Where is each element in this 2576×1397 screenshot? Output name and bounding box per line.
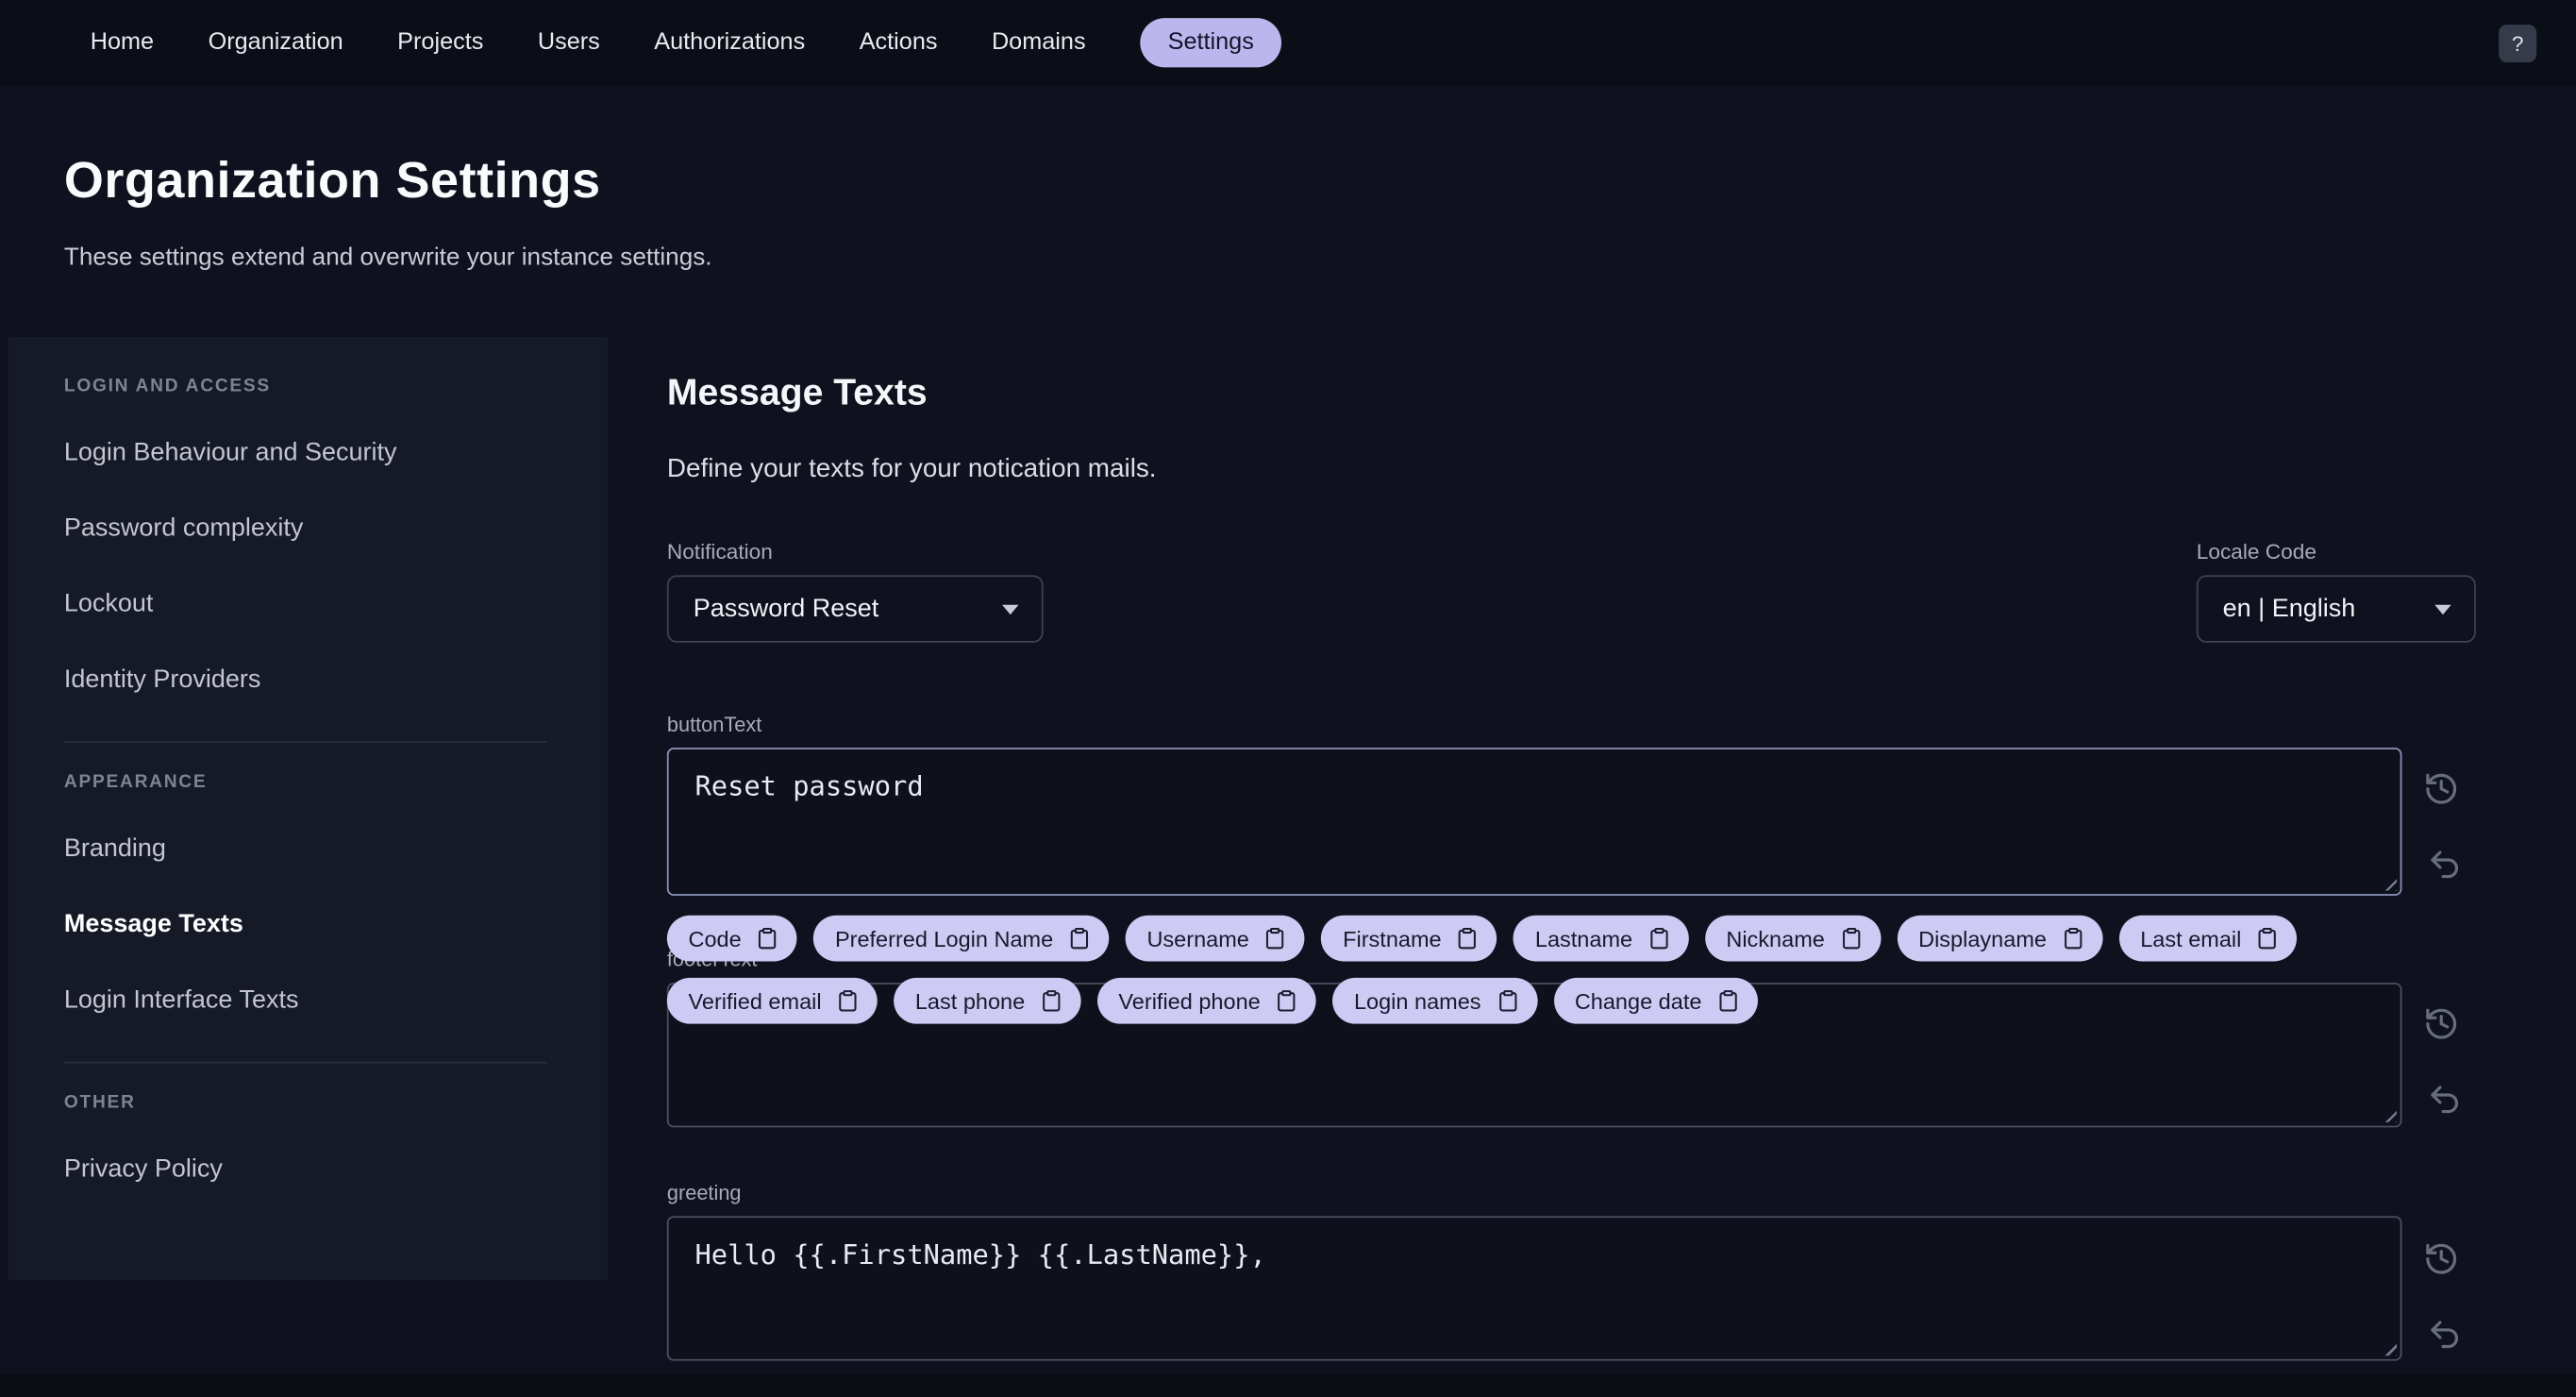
chip-label: Verified email [688, 988, 822, 1014]
nav-item-users[interactable]: Users [538, 29, 600, 56]
chip-label: Verified phone [1118, 988, 1261, 1014]
locale-label: Locale Code [2196, 539, 2317, 564]
sidebar-section-other: OTHER [63, 1092, 136, 1113]
section-description: Define your texts for your notication ma… [666, 455, 1157, 483]
clipboard-icon [1070, 927, 1089, 950]
notification-field: Notification Password Reset [666, 539, 1044, 643]
chip-label: Nickname [1726, 926, 1825, 951]
undo-icon[interactable] [2427, 847, 2463, 883]
greeting-textarea[interactable]: Hello {{.FirstName}} {{.LastName}}, [666, 1216, 2402, 1361]
chip-label: Displayname [1918, 926, 2047, 951]
chip-verified-email[interactable]: Verified email [666, 977, 878, 1024]
chip-nickname[interactable]: Nickname [1704, 915, 1882, 962]
locale-field: Locale Code en | English [2196, 539, 2476, 643]
sidebar-item-login-interface-texts[interactable]: Login Interface Texts [64, 963, 556, 1038]
nav-item-actions[interactable]: Actions [860, 29, 938, 56]
chip-displayname[interactable]: Displayname [1897, 915, 2103, 962]
chip-label: Preferred Login Name [834, 926, 1054, 951]
notification-select-value: Password Reset [693, 594, 879, 622]
clipboard-icon [1042, 990, 1061, 1012]
nav-item-domains[interactable]: Domains [992, 29, 1086, 56]
settings-sidebar: LOGIN AND ACCESS Login Behaviour and Sec… [8, 336, 609, 1281]
nav-item-authorizations[interactable]: Authorizations [654, 29, 805, 56]
chevron-down-icon [1002, 603, 1019, 614]
undo-icon[interactable] [2427, 1082, 2463, 1118]
chip-label: Login names [1353, 988, 1481, 1014]
sidebar-item-identity-providers[interactable]: Identity Providers [64, 643, 556, 718]
buttontext-label: buttonText [666, 713, 762, 736]
chip-username[interactable]: Username [1125, 915, 1306, 962]
clipboard-icon [839, 990, 857, 1012]
chip-label: Username [1146, 926, 1249, 951]
chip-label: Lastname [1534, 926, 1633, 951]
clipboard-icon [1842, 927, 1860, 950]
nav-item-organization[interactable]: Organization [209, 29, 343, 56]
chip-preferred-login-name[interactable]: Preferred Login Name [813, 915, 1110, 962]
chip-last-email[interactable]: Last email [2118, 915, 2298, 962]
history-icon[interactable] [2423, 771, 2459, 807]
sidebar-item-message-texts[interactable]: Message Texts [64, 887, 556, 963]
chip-last-phone[interactable]: Last phone [894, 977, 1081, 1024]
help-button[interactable]: ? [2499, 24, 2537, 62]
buttontext-textarea[interactable]: Reset password [666, 748, 2402, 896]
chip-firstname[interactable]: Firstname [1321, 915, 1497, 962]
greeting-label: greeting [666, 1181, 742, 1205]
nav-item-home[interactable]: Home [91, 29, 154, 56]
locale-select[interactable]: en | English [2196, 575, 2476, 643]
chip-lastname[interactable]: Lastname [1514, 915, 1689, 962]
clipboard-icon [1459, 927, 1477, 950]
footer-strip [0, 1373, 2576, 1397]
section-title: Message Texts [666, 371, 928, 413]
chip-label: Change date [1574, 988, 1702, 1014]
nav-item-projects[interactable]: Projects [397, 29, 483, 56]
clipboard-icon [1719, 990, 1737, 1012]
page-header: Organization Settings These settings ext… [64, 151, 712, 271]
sidebar-section-appearance: APPEARANCE [63, 772, 208, 793]
page-subtitle: These settings extend and overwrite your… [63, 243, 712, 272]
clipboard-icon [1266, 927, 1284, 950]
top-navigation: Home Organization Projects Users Authori… [0, 0, 2576, 86]
clipboard-icon [1498, 990, 1516, 1012]
sidebar-item-lockout[interactable]: Lockout [64, 567, 556, 643]
chip-label: Code [688, 926, 742, 951]
chip-change-date[interactable]: Change date [1553, 977, 1758, 1024]
chip-code[interactable]: Code [666, 915, 797, 962]
clipboard-icon [2064, 927, 2082, 950]
organization-settings-page: Home Organization Projects Users Authori… [0, 0, 2576, 1397]
sidebar-divider [63, 741, 547, 743]
clipboard-icon [1278, 990, 1296, 1012]
clipboard-icon [1649, 927, 1668, 950]
chip-login-names[interactable]: Login names [1332, 977, 1537, 1024]
sidebar-section-login-and-access: LOGIN AND ACCESS [63, 376, 271, 396]
sidebar-item-branding[interactable]: Branding [64, 812, 556, 887]
sidebar-item-privacy-policy[interactable]: Privacy Policy [64, 1133, 556, 1208]
placeholder-chips: Code Preferred Login Name Username First… [666, 915, 2318, 1024]
history-icon[interactable] [2423, 1006, 2459, 1042]
sidebar-divider [63, 1061, 547, 1064]
history-icon[interactable] [2423, 1241, 2459, 1277]
sidebar-item-login-behaviour-and-security[interactable]: Login Behaviour and Security [64, 415, 556, 491]
clipboard-icon [2259, 927, 2277, 950]
sidebar-item-password-complexity[interactable]: Password complexity [64, 492, 556, 567]
notification-select[interactable]: Password Reset [666, 575, 1044, 643]
chip-label: Firstname [1343, 926, 1442, 951]
undo-icon[interactable] [2427, 1317, 2463, 1353]
page-title: Organization Settings [63, 151, 601, 210]
chip-label: Last email [2140, 926, 2242, 951]
chip-label: Last phone [914, 988, 1026, 1014]
notification-label: Notification [666, 539, 773, 564]
locale-select-value: en | English [2222, 594, 2356, 622]
chip-verified-phone[interactable]: Verified phone [1096, 977, 1316, 1024]
clipboard-icon [759, 927, 777, 950]
chevron-down-icon [2434, 603, 2451, 614]
nav-item-settings[interactable]: Settings [1140, 18, 1282, 68]
